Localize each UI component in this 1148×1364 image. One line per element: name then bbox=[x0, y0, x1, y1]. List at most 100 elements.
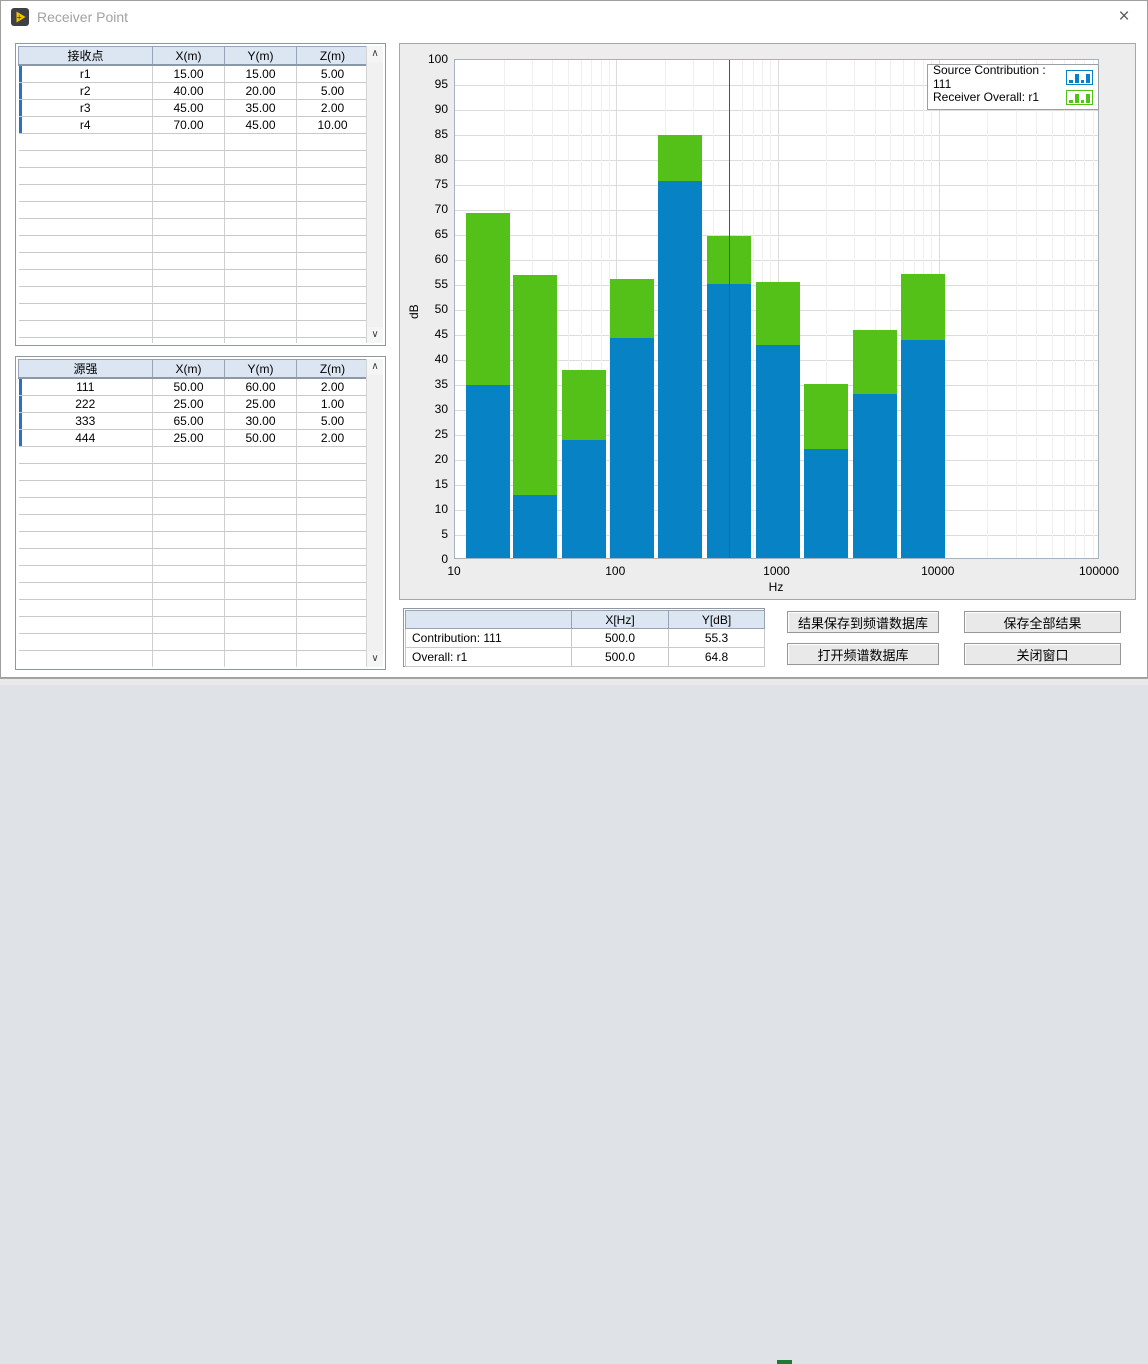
plot-legend: Source Contribution : 111 Receiver Overa… bbox=[927, 64, 1099, 110]
receiver-table-cell[interactable]: r1 bbox=[19, 65, 153, 82]
close-window-button[interactable]: 关闭窗口 bbox=[964, 643, 1121, 665]
source-table-empty-row bbox=[19, 599, 369, 616]
cursor-table-cell[interactable]: 55.3 bbox=[669, 629, 765, 648]
receiver-table: 接收点X(m)Y(m)Z(m) r115.0015.005.00r240.002… bbox=[18, 46, 368, 343]
cursor-table-cell[interactable]: 64.8 bbox=[669, 648, 765, 667]
receiver-table-cell[interactable]: 45.00 bbox=[153, 99, 225, 116]
receiver-table-cell[interactable]: 15.00 bbox=[225, 65, 297, 82]
receiver-table-cell[interactable]: r4 bbox=[19, 116, 153, 133]
scroll-down-icon[interactable]: ∨ bbox=[367, 651, 383, 667]
gridline bbox=[1052, 60, 1053, 558]
close-icon[interactable]: × bbox=[1109, 5, 1139, 29]
cursor-table-cell[interactable]: 500.0 bbox=[572, 629, 669, 648]
receiver-table-empty-row bbox=[19, 218, 369, 235]
source-table-row[interactable]: 11150.0060.002.00 bbox=[19, 378, 369, 395]
source-table: 源强X(m)Y(m)Z(m) 11150.0060.002.0022225.00… bbox=[18, 359, 368, 667]
y-tick-label: 25 bbox=[408, 427, 448, 441]
source-table-cell[interactable]: 50.00 bbox=[225, 429, 297, 446]
source-table-cell bbox=[225, 650, 297, 667]
cursor-line[interactable] bbox=[729, 60, 730, 558]
cursor-table-row[interactable]: Overall: r1500.064.8 bbox=[406, 648, 765, 667]
gridline bbox=[1093, 60, 1094, 558]
receiver-table-cell bbox=[19, 167, 153, 184]
source-table-header-cell: Z(m) bbox=[297, 360, 369, 379]
gridline bbox=[1084, 60, 1085, 558]
source-table-cell bbox=[19, 463, 153, 480]
source-table-cell[interactable]: 111 bbox=[19, 378, 153, 395]
legend-item-overall[interactable]: Receiver Overall: r1 bbox=[928, 87, 1098, 107]
receiver-table-empty-row bbox=[19, 235, 369, 252]
receiver-table-cell[interactable]: r2 bbox=[19, 82, 153, 99]
receiver-table-cell[interactable]: 20.00 bbox=[225, 82, 297, 99]
svg-text:+: + bbox=[16, 14, 22, 22]
contribution-bar bbox=[513, 495, 557, 559]
save-all-results-button[interactable]: 保存全部结果 bbox=[964, 611, 1121, 633]
receiver-table-cell bbox=[225, 201, 297, 218]
source-table-cell[interactable]: 50.00 bbox=[153, 378, 225, 395]
receiver-table-cell[interactable]: 10.00 bbox=[297, 116, 369, 133]
cursor-table-cell[interactable]: Overall: r1 bbox=[406, 648, 572, 667]
source-table-cell[interactable]: 25.00 bbox=[153, 395, 225, 412]
source-table-cell bbox=[297, 463, 369, 480]
source-table-cell[interactable]: 333 bbox=[19, 412, 153, 429]
receiver-table-cell bbox=[19, 320, 153, 337]
source-table-cell[interactable]: 25.00 bbox=[153, 429, 225, 446]
receiver-table-empty-row bbox=[19, 184, 369, 201]
receiver-table-cell bbox=[225, 286, 297, 303]
source-table-cell[interactable]: 444 bbox=[19, 429, 153, 446]
open-spectrum-db-button[interactable]: 打开频谱数据库 bbox=[787, 643, 939, 665]
receiver-table-cell[interactable]: 15.00 bbox=[153, 65, 225, 82]
receiver-table-cell bbox=[19, 201, 153, 218]
y-tick-label: 5 bbox=[408, 527, 448, 541]
receiver-table-cell[interactable]: 70.00 bbox=[153, 116, 225, 133]
receiver-table-cell[interactable]: 5.00 bbox=[297, 65, 369, 82]
receiver-table-cell[interactable]: 40.00 bbox=[153, 82, 225, 99]
scroll-down-icon[interactable]: ∨ bbox=[367, 327, 383, 343]
receiver-table-row[interactable]: r115.0015.005.00 bbox=[19, 65, 369, 82]
source-table-cell[interactable]: 65.00 bbox=[153, 412, 225, 429]
save-results-to-spectrum-db-button[interactable]: 结果保存到频谱数据库 bbox=[787, 611, 939, 633]
receiver-table-cell bbox=[297, 218, 369, 235]
legend-item-contribution[interactable]: Source Contribution : 111 bbox=[928, 67, 1098, 87]
source-table-cell[interactable]: 25.00 bbox=[225, 395, 297, 412]
receiver-table-cell[interactable]: 2.00 bbox=[297, 99, 369, 116]
receiver-table-cell bbox=[297, 235, 369, 252]
receiver-table-panel: 接收点X(m)Y(m)Z(m) r115.0015.005.00r240.002… bbox=[15, 43, 386, 346]
source-table-cell bbox=[225, 463, 297, 480]
receiver-table-cell[interactable]: r3 bbox=[19, 99, 153, 116]
receiver-table-cell bbox=[19, 150, 153, 167]
source-table-row[interactable]: 44425.0050.002.00 bbox=[19, 429, 369, 446]
receiver-table-cell bbox=[19, 337, 153, 343]
scroll-up-icon[interactable]: ∧ bbox=[367, 359, 383, 375]
receiver-table-cell[interactable]: 35.00 bbox=[225, 99, 297, 116]
source-table-cell bbox=[225, 565, 297, 582]
source-table-row[interactable]: 33365.0030.005.00 bbox=[19, 412, 369, 429]
source-table-cell[interactable]: 222 bbox=[19, 395, 153, 412]
source-table-scrollbar[interactable]: ∧ ∨ bbox=[366, 359, 383, 667]
source-table-cell[interactable]: 60.00 bbox=[225, 378, 297, 395]
source-table-cell[interactable]: 2.00 bbox=[297, 378, 369, 395]
source-table-cell[interactable]: 1.00 bbox=[297, 395, 369, 412]
receiver-table-cell[interactable]: 5.00 bbox=[297, 82, 369, 99]
receiver-table-cell bbox=[225, 133, 297, 150]
source-table-cell[interactable]: 2.00 bbox=[297, 429, 369, 446]
scroll-up-icon[interactable]: ∧ bbox=[367, 46, 383, 62]
receiver-table-scrollbar[interactable]: ∧ ∨ bbox=[366, 46, 383, 343]
cursor-table-cell[interactable]: 500.0 bbox=[572, 648, 669, 667]
receiver-table-row[interactable]: r345.0035.002.00 bbox=[19, 99, 369, 116]
source-table-cell[interactable]: 30.00 bbox=[225, 412, 297, 429]
plot-area[interactable] bbox=[454, 59, 1099, 559]
source-table-cell[interactable]: 5.00 bbox=[297, 412, 369, 429]
x-tick-label: 100000 bbox=[1064, 564, 1134, 578]
source-table-cell bbox=[19, 633, 153, 650]
source-table-header-cell: Y(m) bbox=[225, 360, 297, 379]
receiver-table-cell bbox=[225, 337, 297, 343]
source-table-row[interactable]: 22225.0025.001.00 bbox=[19, 395, 369, 412]
receiver-table-row[interactable]: r470.0045.0010.00 bbox=[19, 116, 369, 133]
y-tick-label: 80 bbox=[408, 152, 448, 166]
cursor-table-cell[interactable]: Contribution: 111 bbox=[406, 629, 572, 648]
cursor-table-row[interactable]: Contribution: 111500.055.3 bbox=[406, 629, 765, 648]
receiver-table-row[interactable]: r240.0020.005.00 bbox=[19, 82, 369, 99]
receiver-table-cell[interactable]: 45.00 bbox=[225, 116, 297, 133]
receiver-table-cell bbox=[297, 269, 369, 286]
